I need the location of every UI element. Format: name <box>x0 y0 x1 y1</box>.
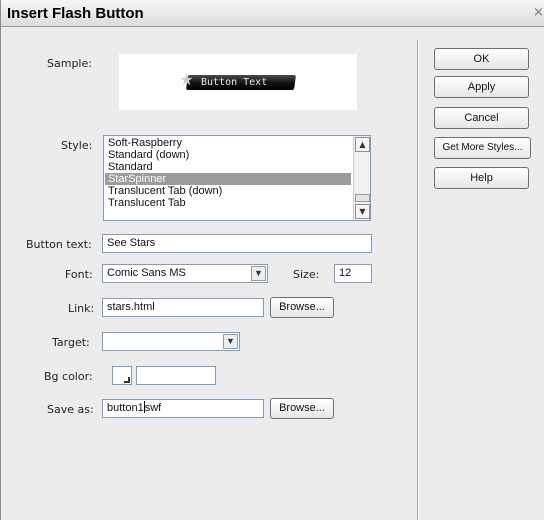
style-item-translucent-tab[interactable]: Translucent Tab <box>105 197 351 209</box>
style-item-translucent-tab-down[interactable]: Translucent Tab (down) <box>105 185 351 197</box>
vertical-divider <box>417 40 419 520</box>
size-label: Size: <box>293 268 320 281</box>
target-label: Target: <box>52 336 90 349</box>
title-bar[interactable]: Insert Flash Button × <box>1 0 544 27</box>
save-as-browse-button[interactable]: Browse... <box>270 398 334 419</box>
font-label: Font: <box>65 268 93 281</box>
save-as-value-start: button1 <box>107 402 144 414</box>
sample-flash-button: ★ Button Text <box>179 70 297 90</box>
bg-color-input[interactable] <box>136 366 216 385</box>
apply-button[interactable]: Apply <box>434 76 529 98</box>
size-input[interactable]: 12 <box>334 264 372 283</box>
save-as-value-end: swf <box>144 402 162 414</box>
link-label: Link: <box>68 302 95 315</box>
style-item-standard[interactable]: Standard <box>105 161 351 173</box>
style-item-standard-down[interactable]: Standard (down) <box>105 149 351 161</box>
style-list-items: Soft-Raspberry Standard (down) Standard … <box>105 137 351 209</box>
get-more-styles-button[interactable]: Get More Styles... <box>434 137 531 159</box>
scroll-down-icon[interactable]: ▼ <box>355 204 370 219</box>
target-select[interactable]: ▼ <box>102 332 240 351</box>
bg-color-label: Bg color: <box>44 370 93 383</box>
color-picker-swatch[interactable] <box>112 366 132 385</box>
scroll-thumb[interactable] <box>355 194 370 202</box>
link-input[interactable]: stars.html <box>102 298 264 317</box>
cancel-button[interactable]: Cancel <box>434 107 529 129</box>
style-item-soft-raspberry[interactable]: Soft-Raspberry <box>105 137 351 149</box>
save-as-input[interactable]: button1swf <box>102 399 264 418</box>
button-text-input[interactable]: See Stars <box>102 234 372 253</box>
sample-preview: ★ Button Text <box>119 54 357 110</box>
insert-flash-button-dialog: Insert Flash Button × Sample: ★ Button T… <box>0 0 544 520</box>
style-scrollbar[interactable]: ▲ ▼ <box>353 136 370 220</box>
style-item-starspinner[interactable]: StarSpinner <box>105 173 351 185</box>
font-value: Comic Sans MS <box>107 267 186 279</box>
style-label: Style: <box>61 139 93 152</box>
button-text-label: Button text: <box>26 238 92 251</box>
sample-label: Sample: <box>47 57 92 70</box>
font-select[interactable]: Comic Sans MS ▼ <box>102 264 268 283</box>
color-dropdown-icon <box>124 377 130 383</box>
sample-button-text: Button Text <box>201 77 268 88</box>
style-listbox[interactable]: Soft-Raspberry Standard (down) Standard … <box>103 135 371 221</box>
save-as-label: Save as: <box>47 403 94 416</box>
chevron-down-icon[interactable]: ▼ <box>251 266 266 281</box>
help-button[interactable]: Help <box>434 167 529 189</box>
scroll-up-icon[interactable]: ▲ <box>355 137 370 152</box>
chevron-down-icon[interactable]: ▼ <box>223 334 238 349</box>
close-icon[interactable]: × <box>533 5 544 21</box>
link-browse-button[interactable]: Browse... <box>270 297 334 318</box>
dialog-title: Insert Flash Button <box>7 5 144 22</box>
ok-button[interactable]: OK <box>434 48 529 70</box>
star-icon: ★ <box>179 70 194 89</box>
